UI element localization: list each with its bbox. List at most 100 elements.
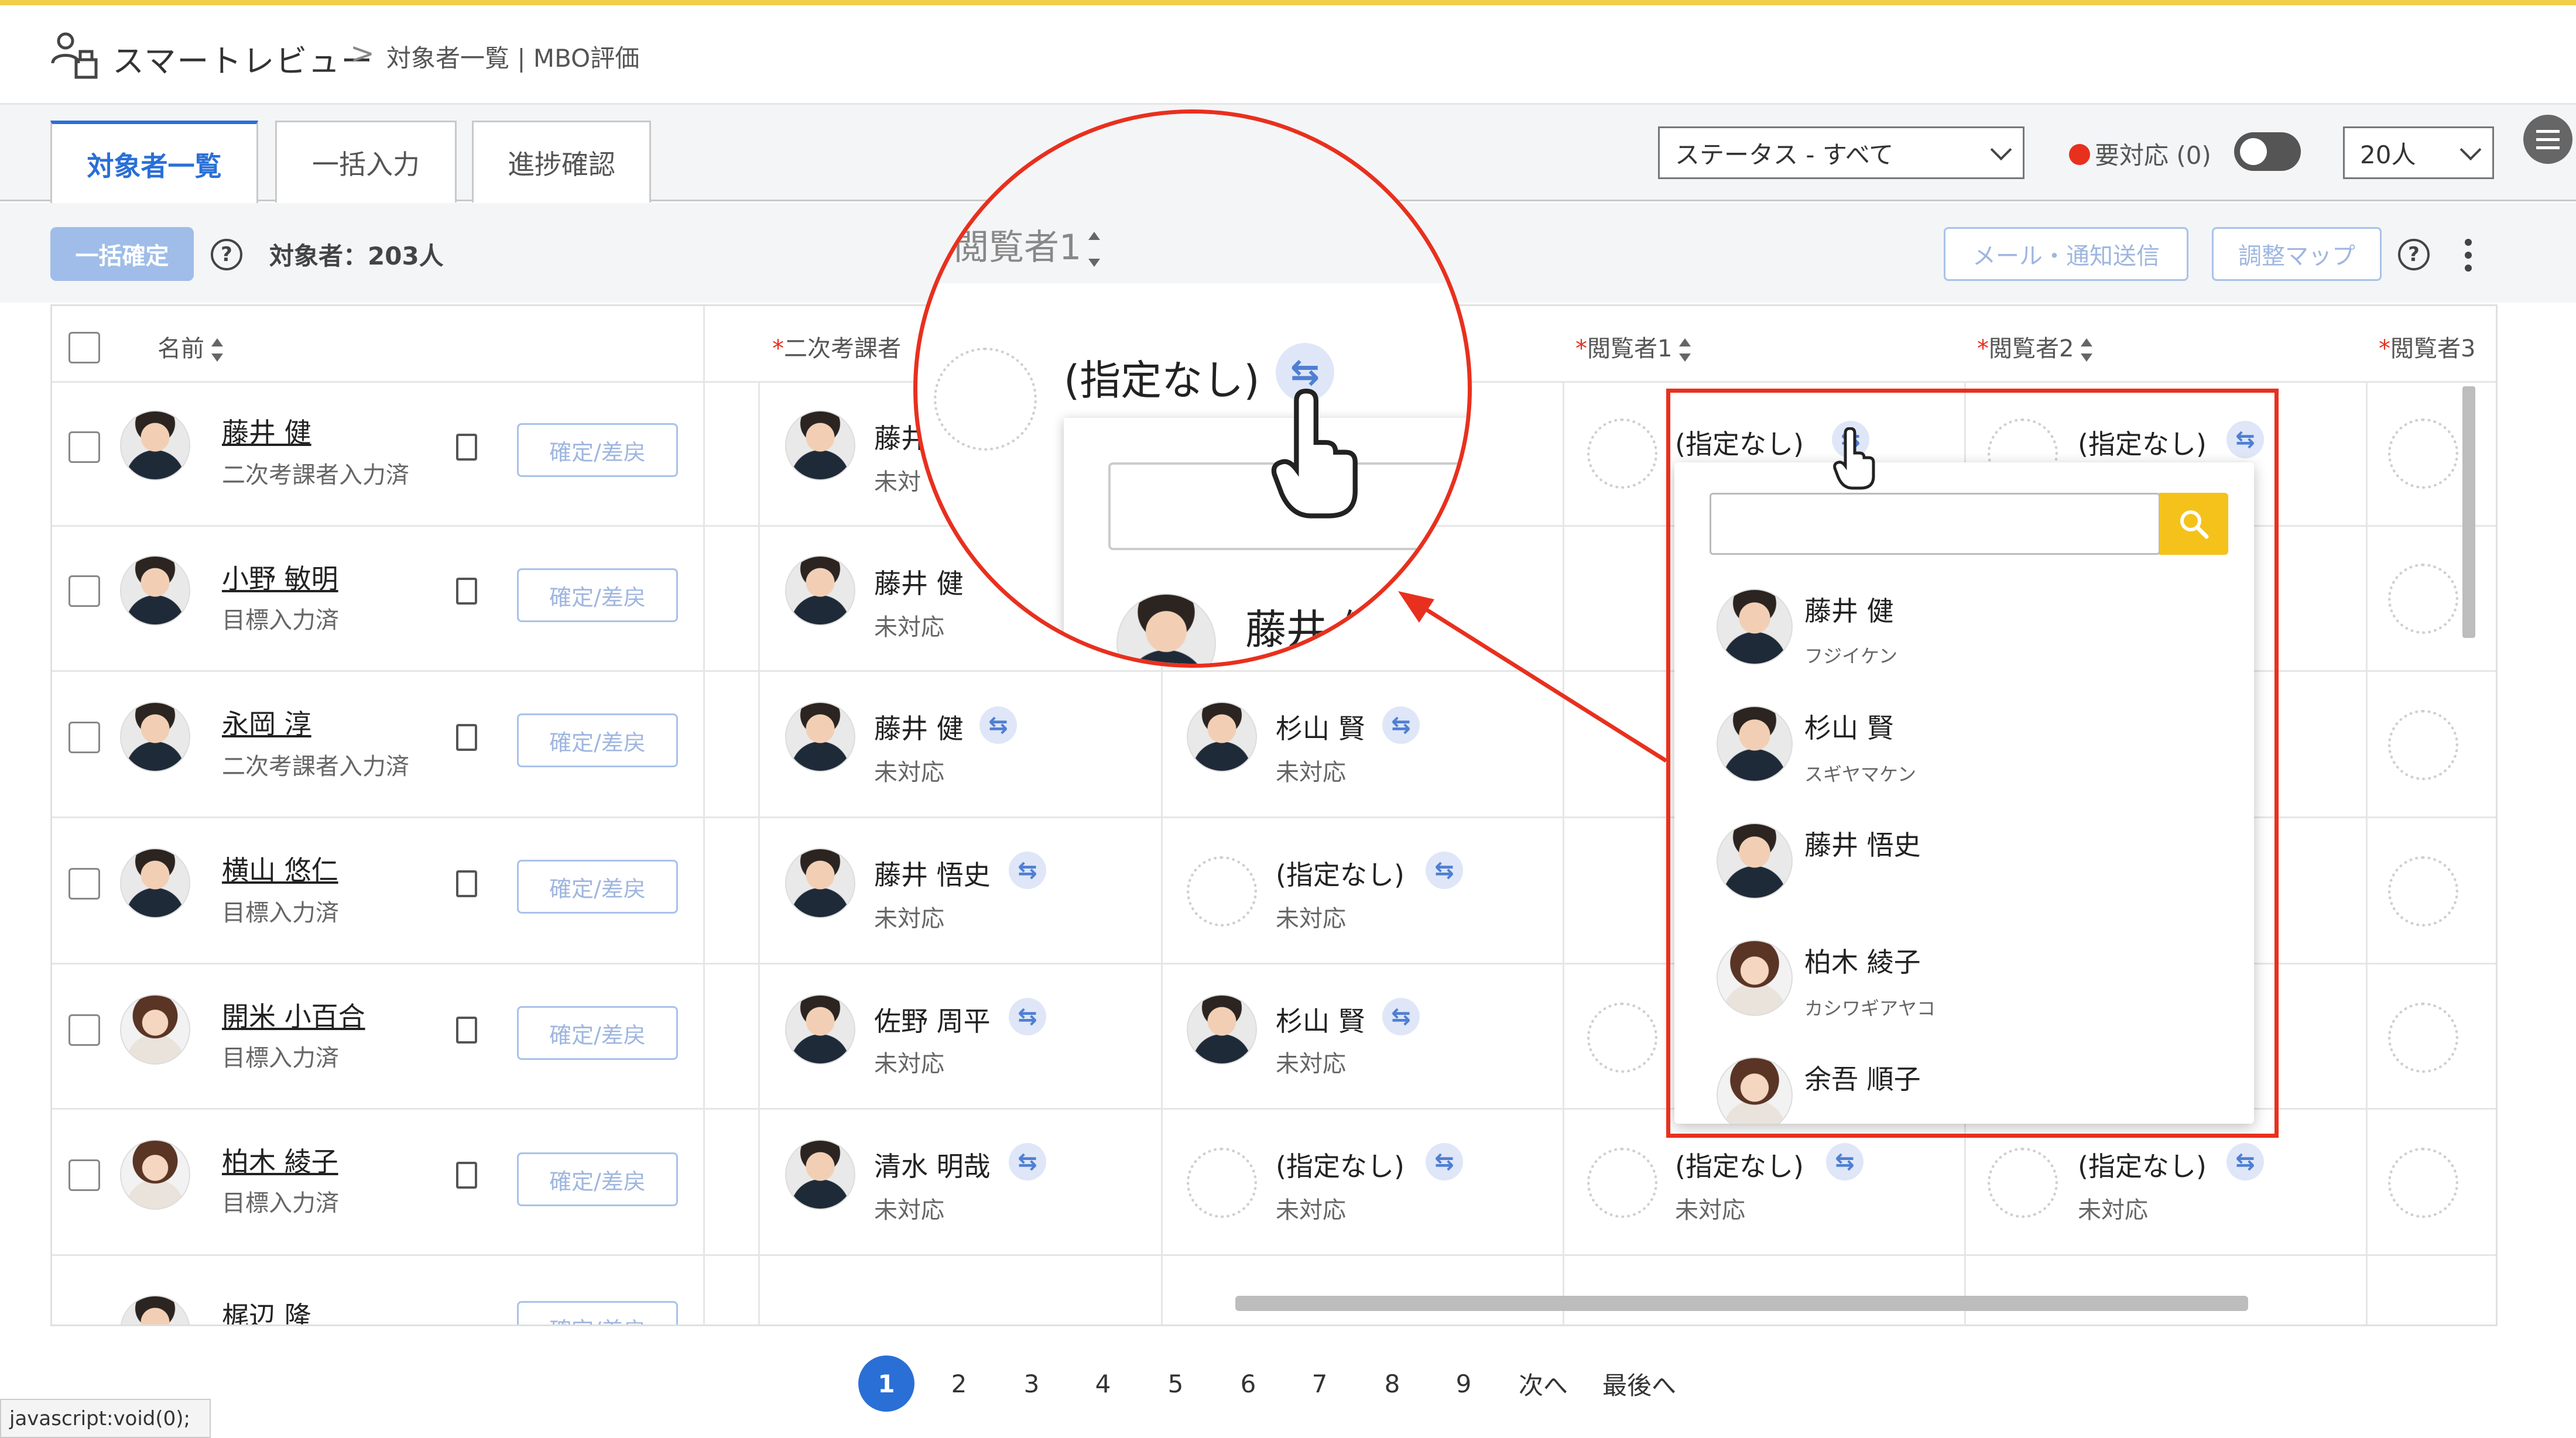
per-page-select[interactable]: 20人 xyxy=(2343,126,2494,179)
swap-icon[interactable]: ⇆ xyxy=(1009,1143,1046,1180)
swap-icon[interactable]: ⇆ xyxy=(2226,1143,2264,1180)
confirm-return-button[interactable]: 確定/差戻 xyxy=(517,713,678,767)
confirm-return-button[interactable]: 確定/差戻 xyxy=(517,1006,678,1060)
row-checkbox[interactable] xyxy=(68,1014,100,1046)
adjust-map-button[interactable]: 調整マップ xyxy=(2212,227,2382,281)
next-page-button[interactable]: 次へ xyxy=(1508,1355,1578,1412)
row-checkbox[interactable] xyxy=(68,431,100,463)
target-name-link[interactable]: 梶辺 隆 xyxy=(222,1295,311,1324)
target-name-link[interactable]: 横山 悠仁 xyxy=(222,849,338,888)
target-status: 目標入力済 xyxy=(222,900,339,926)
target-name-link[interactable]: 永岡 淳 xyxy=(222,703,311,742)
page-5-button[interactable]: 5 xyxy=(1147,1355,1204,1412)
page-4-button[interactable]: 4 xyxy=(1075,1355,1131,1412)
row-checkbox[interactable] xyxy=(68,868,100,900)
header-viewer1[interactable]: *閲覧者1 xyxy=(1575,330,1692,363)
document-icon[interactable] xyxy=(456,870,477,897)
confirm-return-button[interactable]: 確定/差戻 xyxy=(517,1301,678,1324)
tab-progress[interactable]: 進捗確認 xyxy=(472,121,651,203)
empty-avatar xyxy=(1587,1003,1657,1073)
mail-notify-button[interactable]: メール・通知送信 xyxy=(1944,227,2188,281)
menu-icon-line xyxy=(2536,138,2560,141)
confirm-return-button[interactable]: 確定/差戻 xyxy=(517,423,678,477)
avatar xyxy=(785,410,855,481)
swap-icon[interactable]: ⇆ xyxy=(1382,706,1420,744)
menu-fab-button[interactable] xyxy=(2523,115,2572,164)
document-icon[interactable] xyxy=(456,578,477,605)
avatar xyxy=(785,848,855,918)
document-icon[interactable] xyxy=(456,724,477,751)
avatar xyxy=(1187,994,1257,1065)
page-8-button[interactable]: 8 xyxy=(1364,1355,1420,1412)
target-status: 二次考課者入力済 xyxy=(222,462,409,489)
evaluator-status: 未対応 xyxy=(1276,759,1346,786)
help-icon[interactable]: ? xyxy=(211,239,242,270)
breadcrumb-separator: > xyxy=(350,36,375,70)
swap-icon[interactable]: ⇆ xyxy=(1009,998,1046,1035)
confirm-return-button[interactable]: 確定/差戻 xyxy=(517,860,678,914)
avatar xyxy=(120,1140,190,1210)
header-name[interactable]: 名前 xyxy=(157,330,224,363)
sort-icon[interactable] xyxy=(210,337,224,363)
page-3-button[interactable]: 3 xyxy=(1003,1355,1060,1412)
confirm-return-button[interactable]: 確定/差戻 xyxy=(517,1152,678,1206)
evaluator-name: 清水 明哉 xyxy=(874,1151,991,1182)
select-all-checkbox[interactable] xyxy=(68,332,100,363)
row-divider xyxy=(52,1254,2496,1256)
more-options-icon[interactable] xyxy=(2462,239,2474,274)
header-viewer3[interactable]: *閲覧者3 xyxy=(2379,330,2475,363)
target-name-link[interactable]: 柏木 綾子 xyxy=(222,1141,338,1179)
header-second-evaluator[interactable]: *二次考課者 xyxy=(772,330,901,363)
swap-icon[interactable]: ⇆ xyxy=(1826,1143,1864,1180)
target-name-link[interactable]: 開米 小百合 xyxy=(222,996,365,1034)
empty-avatar xyxy=(1187,1148,1257,1218)
sort-icon[interactable] xyxy=(1678,337,1692,363)
row-checkbox[interactable] xyxy=(68,722,100,753)
status-filter-select[interactable]: ステータス - すべて xyxy=(1658,126,2025,179)
swap-icon[interactable]: ⇆ xyxy=(1382,998,1420,1035)
vertical-scrollbar[interactable] xyxy=(2462,386,2475,638)
swap-icon[interactable]: ⇆ xyxy=(1426,1143,1463,1180)
required-mark: * xyxy=(1575,335,1587,362)
page-9-button[interactable]: 9 xyxy=(1436,1355,1492,1412)
empty-avatar xyxy=(2388,856,2458,926)
confirm-return-button[interactable]: 確定/差戻 xyxy=(517,568,678,622)
document-icon[interactable] xyxy=(456,1017,477,1044)
app-title[interactable]: スマートレビュー xyxy=(112,35,374,81)
target-status: 目標入力済 xyxy=(222,607,339,634)
swap-icon[interactable]: ⇆ xyxy=(1426,852,1463,889)
page-6-button[interactable]: 6 xyxy=(1220,1355,1276,1412)
target-status: 二次考課者入力済 xyxy=(222,753,409,780)
breadcrumb-current-page: 対象者一覧 | MBO評価 xyxy=(386,44,640,73)
bulk-confirm-button[interactable]: 一括確定 xyxy=(50,227,194,281)
empty-avatar xyxy=(2388,564,2458,634)
sort-icon[interactable] xyxy=(2080,337,2094,363)
avatar xyxy=(785,702,855,772)
avatar xyxy=(120,555,190,626)
avatar xyxy=(120,848,190,918)
swap-icon[interactable]: ⇆ xyxy=(979,706,1017,744)
header-viewer1-label: 閲覧者1 xyxy=(1587,335,1673,362)
target-name-link[interactable]: 小野 敏明 xyxy=(222,558,338,596)
last-page-button[interactable]: 最後へ xyxy=(1592,1355,1686,1412)
swap-icon[interactable]: ⇆ xyxy=(1009,852,1046,889)
target-name-link[interactable]: 藤井 健 xyxy=(222,411,311,450)
horizontal-scrollbar[interactable] xyxy=(1235,1296,2248,1311)
evaluator-status: 未対 xyxy=(874,469,921,496)
document-icon[interactable] xyxy=(456,1162,477,1189)
page-2-button[interactable]: 2 xyxy=(931,1355,987,1412)
page-1-button[interactable]: 1 xyxy=(858,1355,914,1412)
row-checkbox[interactable] xyxy=(68,575,100,607)
menu-icon xyxy=(2536,130,2560,133)
document-icon[interactable] xyxy=(456,434,477,461)
page-7-button[interactable]: 7 xyxy=(1292,1355,1348,1412)
tab-bulk-input[interactable]: 一括入力 xyxy=(275,121,457,203)
header-viewer2[interactable]: *閲覧者2 xyxy=(1977,330,2094,363)
help-icon[interactable]: ? xyxy=(2398,239,2430,270)
needs-action-indicator xyxy=(2069,144,2090,165)
row-checkbox[interactable] xyxy=(68,1159,100,1191)
evaluator-name: (指定なし) xyxy=(1276,1151,1405,1182)
tab-target-list[interactable]: 対象者一覧 xyxy=(50,121,258,204)
kebab-dot xyxy=(2465,265,2472,272)
menu-icon-line xyxy=(2536,146,2560,149)
